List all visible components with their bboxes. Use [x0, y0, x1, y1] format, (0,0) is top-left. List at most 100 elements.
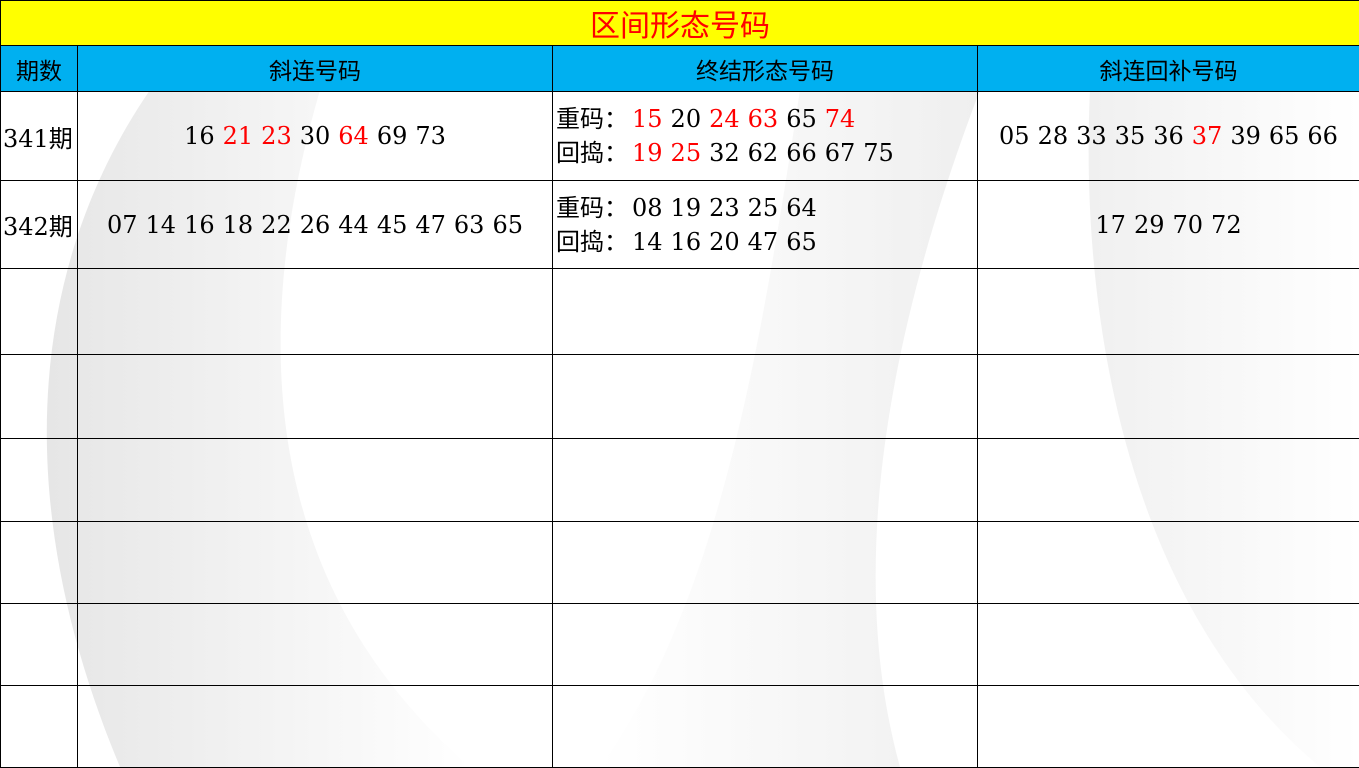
lottery-number: 67 — [825, 139, 856, 167]
empty-cell — [1, 686, 78, 768]
lottery-number: 74 — [825, 105, 856, 133]
lottery-number: 35 — [1115, 122, 1146, 150]
lottery-number: 69 — [377, 122, 408, 150]
lottery-number: 08 — [632, 194, 663, 222]
empty-cell — [553, 269, 978, 355]
lottery-number: 16 — [184, 211, 215, 239]
final-form-cell: 重码：152024636574 回捣：19253262666775 — [553, 92, 978, 181]
zhongma-line: 重码：152024636574 — [556, 102, 977, 136]
header-period: 期数 — [1, 46, 78, 92]
xielian-cell: 0714161822264445476365 — [78, 181, 553, 269]
empty-cell — [1, 604, 78, 686]
lottery-number: 39 — [1230, 122, 1261, 150]
lottery-number: 65 — [786, 105, 817, 133]
lottery-number: 36 — [1153, 122, 1184, 150]
lottery-number: 20 — [671, 105, 702, 133]
lottery-number: 19 — [671, 194, 702, 222]
lottery-number: 62 — [748, 139, 779, 167]
empty-cell — [1, 269, 78, 355]
period-cell: 342期 — [1, 181, 78, 269]
lottery-number: 64 — [786, 194, 817, 222]
huidao-line: 回捣：19253262666775 — [556, 136, 977, 170]
table-title: 区间形态号码 — [1, 1, 1359, 46]
empty-cell — [978, 269, 1359, 355]
table-row-empty — [1, 269, 1359, 355]
empty-cell — [978, 522, 1359, 604]
lottery-number: 66 — [786, 139, 817, 167]
lottery-number: 17 — [1095, 211, 1126, 239]
empty-cell — [78, 269, 553, 355]
empty-cell — [978, 439, 1359, 522]
lottery-number: 70 — [1173, 211, 1204, 239]
lottery-number: 44 — [338, 211, 369, 239]
period-cell: 341期 — [1, 92, 78, 181]
lottery-number: 63 — [454, 211, 485, 239]
empty-cell — [978, 604, 1359, 686]
empty-cell — [78, 686, 553, 768]
xielian-cell: 16 2123 3064 6973 — [78, 92, 553, 181]
empty-cell — [78, 355, 553, 439]
lottery-number: 45 — [377, 211, 408, 239]
zhongma-label: 重码： — [556, 105, 628, 133]
lottery-number: 20 — [709, 228, 740, 256]
lottery-number: 07 — [107, 211, 138, 239]
table-row-empty — [1, 522, 1359, 604]
lottery-number: 47 — [748, 228, 779, 256]
empty-cell — [553, 355, 978, 439]
lottery-number: 33 — [1076, 122, 1107, 150]
lottery-number: 15 — [632, 105, 663, 133]
lottery-number: 23 — [261, 122, 292, 150]
lottery-number: 65 — [1269, 122, 1300, 150]
empty-cell — [78, 604, 553, 686]
huidao-label: 回捣： — [556, 228, 628, 256]
table-row: 341期 16212330646973 重码：152024636574 回捣：1… — [1, 92, 1359, 181]
lottery-number: 14 — [146, 211, 177, 239]
lottery-number: 37 — [1192, 122, 1223, 150]
zhongma-line: 重码：0819232564 — [556, 191, 977, 225]
lottery-number: 16 — [184, 122, 215, 150]
lottery-number: 21 — [223, 122, 254, 150]
empty-cell — [78, 522, 553, 604]
lottery-number: 63 — [748, 105, 779, 133]
empty-cell — [553, 439, 978, 522]
table-row: 342期 0714161822264445476365 重码：081923256… — [1, 181, 1359, 269]
lottery-number: 30 — [300, 122, 331, 150]
lottery-number: 66 — [1307, 122, 1338, 150]
header-xielian: 斜连号码 — [78, 46, 553, 92]
lottery-number: 65 — [786, 228, 817, 256]
empty-cell — [78, 439, 553, 522]
final-form-cell: 重码：0819232564 回捣：1416204765 — [553, 181, 978, 269]
lottery-number: 29 — [1134, 211, 1165, 239]
lottery-number: 05 — [999, 122, 1030, 150]
zhongma-label: 重码： — [556, 194, 628, 222]
lottery-number: 73 — [415, 122, 446, 150]
header-final-form: 终结形态号码 — [553, 46, 978, 92]
lottery-number: 26 — [300, 211, 331, 239]
table-row-empty — [1, 604, 1359, 686]
empty-cell — [1, 522, 78, 604]
huibu-cell: 05 2833 3536 3739 6566 — [978, 92, 1359, 181]
empty-cell — [978, 686, 1359, 768]
lottery-number: 16 — [671, 228, 702, 256]
lottery-number: 19 — [632, 139, 663, 167]
lottery-number: 75 — [863, 139, 894, 167]
empty-cell — [553, 522, 978, 604]
table-row-empty — [1, 439, 1359, 522]
empty-cell — [1, 439, 78, 522]
lottery-number: 64 — [338, 122, 369, 150]
lottery-number: 65 — [492, 211, 523, 239]
empty-cell — [553, 686, 978, 768]
huibu-cell: 17 29 7072 — [978, 181, 1359, 269]
lottery-number: 72 — [1211, 211, 1242, 239]
huidao-line: 回捣：14 1620 4765 — [556, 225, 977, 259]
empty-cell — [978, 355, 1359, 439]
table-row-empty — [1, 355, 1359, 439]
table-row-empty — [1, 686, 1359, 768]
lottery-number: 47 — [415, 211, 446, 239]
lottery-number: 14 — [632, 228, 663, 256]
empty-cell — [553, 604, 978, 686]
lottery-number: 23 — [709, 194, 740, 222]
huidao-label: 回捣： — [556, 139, 628, 167]
empty-cell — [1, 355, 78, 439]
lottery-number: 28 — [1038, 122, 1069, 150]
